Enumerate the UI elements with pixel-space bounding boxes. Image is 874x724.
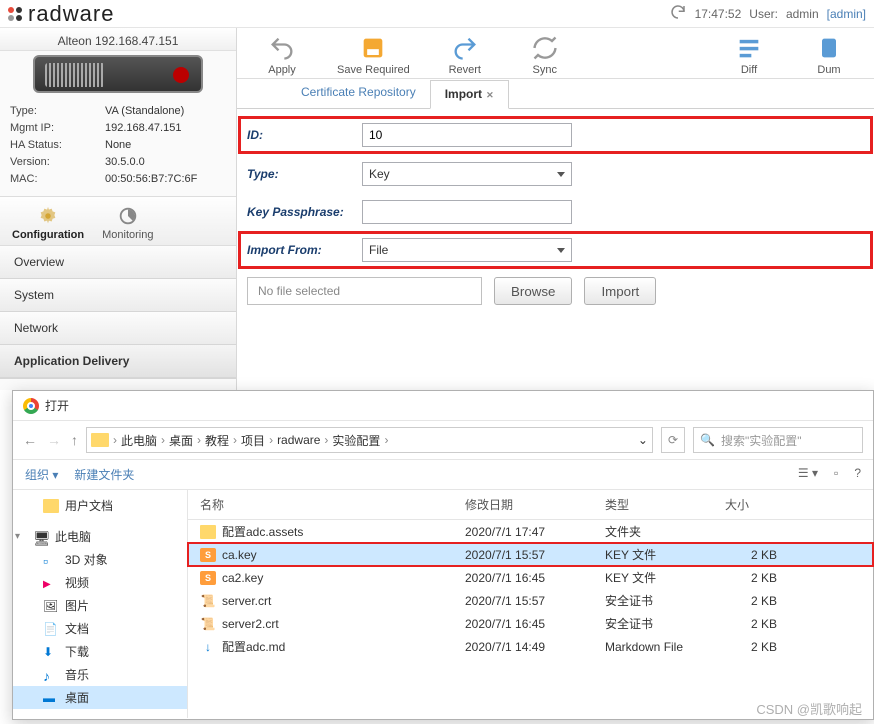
device-image	[33, 55, 203, 93]
view-icon[interactable]: ☰ ▾	[798, 466, 818, 483]
breadcrumb[interactable]: ›此电脑 ›桌面 ›教程 ›项目 ›radware ›实验配置 › ⌄	[86, 427, 653, 453]
preview-icon[interactable]: ▫	[834, 466, 838, 483]
type-select[interactable]: Key	[362, 162, 572, 186]
import-button[interactable]: Import	[584, 277, 656, 305]
tree-item-pictures[interactable]: 图片	[13, 594, 187, 617]
tab-import[interactable]: Import✕	[430, 80, 509, 109]
folder-icon	[91, 433, 109, 447]
nav-system[interactable]: System	[0, 279, 236, 312]
file-open-dialog: 打开 ← → ↑ ›此电脑 ›桌面 ›教程 ›项目 ›radware ›实验配置…	[12, 390, 874, 720]
tree-item-downloads[interactable]: 下载	[13, 640, 187, 663]
diff-button[interactable]: Diff	[724, 34, 774, 76]
file-row-selected[interactable]: ca.key2020/7/1 15:57KEY 文件2 KB	[188, 543, 873, 566]
id-input[interactable]	[362, 123, 572, 147]
tree-item-3d[interactable]: 3D 对象	[13, 548, 187, 571]
tab-monitoring[interactable]: Monitoring	[102, 205, 153, 241]
chart-icon	[117, 205, 139, 227]
apply-button[interactable]: Apply	[257, 34, 307, 76]
save-required-button[interactable]: Save Required	[337, 34, 410, 76]
type-label: Type:	[247, 167, 362, 181]
file-path-display: No file selected	[247, 277, 482, 305]
tree-item-desktop[interactable]: 桌面	[13, 686, 187, 709]
refresh-button[interactable]: ⟳	[661, 427, 685, 453]
chrome-icon	[23, 398, 39, 414]
diff-icon	[735, 34, 763, 62]
id-label: ID:	[247, 128, 362, 142]
save-icon	[359, 34, 387, 62]
brand-name: radware	[28, 1, 114, 27]
back-icon[interactable]: ←	[23, 432, 37, 448]
file-row[interactable]: 配置adc.md2020/7/1 14:49Markdown File2 KB	[188, 635, 873, 658]
browse-button[interactable]: Browse	[494, 277, 572, 305]
logo-dots-icon	[8, 7, 22, 21]
gear-icon	[37, 205, 59, 227]
file-row[interactable]: 配置adc.assets2020/7/1 17:47文件夹	[188, 520, 873, 543]
tree-item-thispc[interactable]: ▾此电脑	[13, 525, 187, 548]
revert-button[interactable]: Revert	[440, 34, 490, 76]
refresh-icon[interactable]	[669, 3, 687, 24]
dump-button[interactable]: Dum	[804, 34, 854, 76]
user-role[interactable]: [admin]	[827, 7, 866, 21]
clock-time: 17:47:52	[695, 7, 742, 21]
user-name: admin	[786, 7, 819, 21]
organize-menu[interactable]: 组织 ▾	[25, 466, 58, 483]
file-row[interactable]: ca2.key2020/7/1 16:45KEY 文件2 KB	[188, 566, 873, 589]
tree-item-video[interactable]: 视频	[13, 571, 187, 594]
tab-configuration[interactable]: Configuration	[12, 205, 84, 241]
import-from-label: Import From:	[247, 243, 362, 257]
passphrase-input[interactable]	[362, 200, 572, 224]
up-icon[interactable]: ↑	[71, 432, 78, 448]
forward-icon[interactable]: →	[47, 432, 61, 448]
search-input[interactable]: 🔍 搜索"实验配置"	[693, 427, 863, 453]
search-icon: 🔍	[700, 433, 715, 447]
folder-tree: 用户文档 ▾此电脑 3D 对象 视频 图片 文档 下载 音乐 桌面	[13, 490, 188, 718]
device-info: Type:VA (Standalone) Mgmt IP:192.168.47.…	[0, 97, 236, 196]
help-icon[interactable]: ?	[854, 466, 861, 483]
sync-icon	[531, 34, 559, 62]
user-label: User:	[749, 7, 778, 21]
new-folder-button[interactable]: 新建文件夹	[74, 466, 134, 483]
passphrase-label: Key Passphrase:	[247, 205, 362, 219]
revert-icon	[451, 34, 479, 62]
undo-icon	[268, 34, 296, 62]
file-row[interactable]: server.crt2020/7/1 15:57安全证书2 KB	[188, 589, 873, 612]
dialog-title: 打开	[45, 397, 69, 414]
dump-icon	[815, 34, 843, 62]
file-list-header[interactable]: 名称修改日期类型大小	[188, 490, 873, 520]
tree-item-documents[interactable]: 文档	[13, 617, 187, 640]
close-icon[interactable]: ✕	[486, 90, 494, 100]
import-from-select[interactable]: File	[362, 238, 572, 262]
file-row[interactable]: server2.crt2020/7/1 16:45安全证书2 KB	[188, 612, 873, 635]
device-title: Alteon 192.168.47.151	[0, 28, 236, 51]
tab-cert-repository[interactable]: Certificate Repository	[287, 79, 430, 108]
watermark: CSDN @凯歌响起	[756, 699, 862, 718]
chevron-down-icon	[557, 172, 565, 177]
sync-button[interactable]: Sync	[520, 34, 570, 76]
chevron-down-icon[interactable]: ⌄	[638, 433, 648, 447]
nav-application-delivery[interactable]: Application Delivery	[0, 345, 236, 378]
tree-item-music[interactable]: 音乐	[13, 663, 187, 686]
nav-overview[interactable]: Overview	[0, 246, 236, 279]
chevron-down-icon	[557, 248, 565, 253]
tree-item-userdocs[interactable]: 用户文档	[13, 494, 187, 517]
nav-network[interactable]: Network	[0, 312, 236, 345]
